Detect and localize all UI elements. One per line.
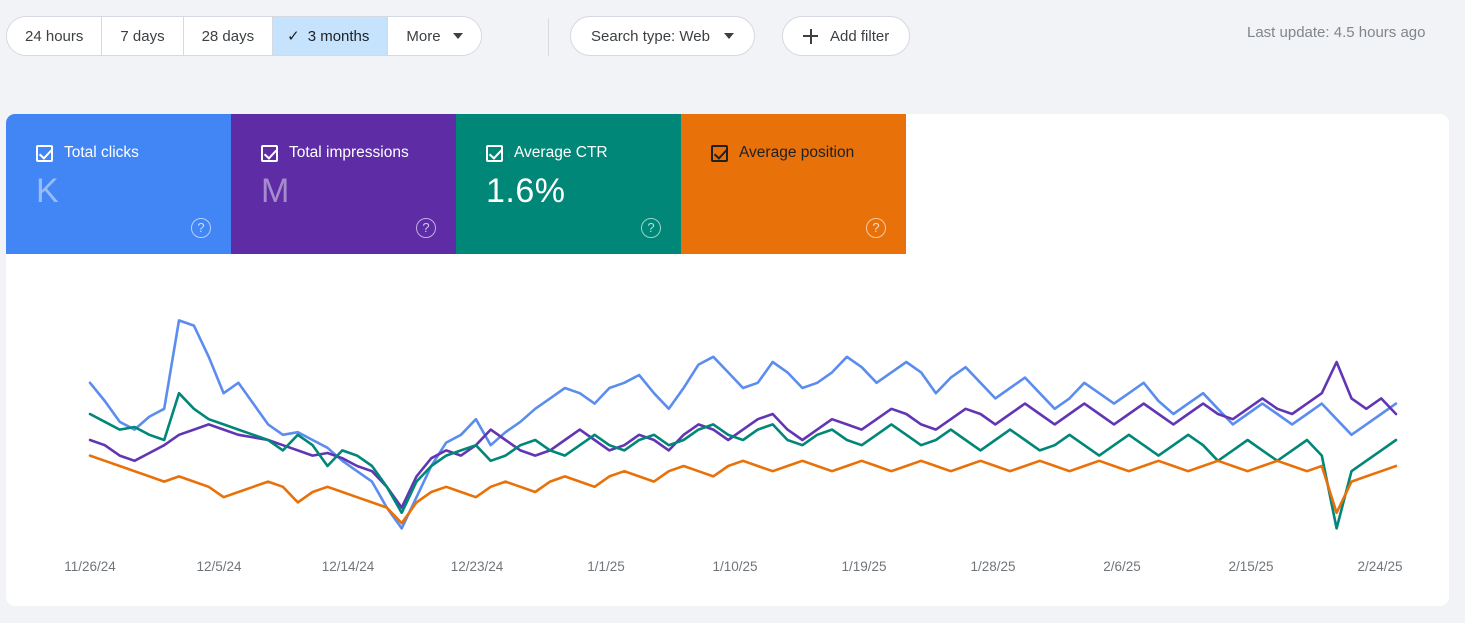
help-icon[interactable]: ? [191, 218, 211, 238]
metric-label: Total clicks [64, 144, 139, 161]
metric-card-average-ctr[interactable]: Average CTR 1.6% ? [456, 114, 681, 254]
chart-plot-area [88, 319, 1398, 530]
check-icon: ✓ [287, 27, 300, 45]
search-type-label: Search type: Web [591, 27, 710, 45]
date-range-option-label: More [406, 27, 441, 45]
toolbar: 24 hours 7 days 28 days ✓ 3 months More … [0, 0, 1465, 88]
last-update-status: Last update: 4.5 hours ago [1247, 24, 1426, 41]
toolbar-divider [548, 18, 549, 56]
date-range-option-28-days[interactable]: 28 days [183, 17, 274, 55]
metric-label: Average position [739, 144, 855, 161]
date-range-option-label: 3 months [307, 27, 370, 45]
add-filter-label: Add filter [830, 27, 890, 45]
plus-icon [803, 28, 818, 44]
chart-x-axis: 11/26/24 12/5/24 12/14/24 12/23/24 1/1/25 1/1… [6, 559, 1449, 589]
chevron-down-icon [723, 33, 734, 39]
date-range-option-label: 24 hours [25, 27, 84, 45]
metric-value: K [36, 172, 60, 210]
chart-line-average-position [88, 454, 1398, 525]
metric-checkbox[interactable] [261, 144, 278, 162]
date-range-option-24-hours[interactable]: 24 hours [7, 17, 103, 55]
x-axis-tick-label: 11/26/24 [64, 559, 116, 574]
x-axis-tick-label: 1/19/25 [841, 559, 887, 574]
metric-checkbox[interactable] [36, 144, 53, 162]
x-axis-tick-label: 2/24/25 [1357, 559, 1403, 574]
help-icon[interactable]: ? [866, 218, 886, 238]
date-range-option-label: 7 days [120, 27, 165, 45]
metric-card-total-clicks[interactable]: Total clicks K ? [6, 114, 231, 254]
metric-value: M [261, 172, 290, 210]
date-range-option-more[interactable]: More [388, 17, 481, 55]
date-range-option-7-days[interactable]: 7 days [102, 17, 184, 55]
x-axis-tick-label: 12/5/24 [196, 559, 242, 574]
metric-label: Total impressions [289, 144, 409, 161]
performance-chart[interactable]: 11/26/24 12/5/24 12/14/24 12/23/24 1/1/25 1/1… [6, 254, 1449, 606]
metric-value: 1.6% [486, 172, 566, 210]
x-axis-tick-label: 2/6/25 [1103, 559, 1141, 574]
x-axis-tick-label: 2/15/25 [1228, 559, 1274, 574]
chevron-down-icon [452, 33, 463, 39]
x-axis-tick-label: 1/1/25 [587, 559, 625, 574]
metric-checkbox[interactable] [486, 144, 503, 162]
x-axis-tick-label: 1/28/25 [970, 559, 1016, 574]
date-range-option-3-months[interactable]: ✓ 3 months [273, 17, 389, 55]
search-type-dropdown[interactable]: Search type: Web [570, 16, 755, 56]
date-range-option-label: 28 days [201, 27, 255, 45]
metric-checkbox[interactable] [711, 144, 728, 162]
metric-cards: Total clicks K ? Total impressions M ? A… [6, 114, 906, 254]
chart-line-total-clicks [88, 319, 1398, 530]
date-range-segmented-control[interactable]: 24 hours 7 days 28 days ✓ 3 months More [6, 16, 482, 56]
metric-card-total-impressions[interactable]: Total impressions M ? [231, 114, 456, 254]
x-axis-tick-label: 12/14/24 [321, 559, 375, 574]
metric-label: Average CTR [514, 144, 608, 161]
performance-panel: Total clicks K ? Total impressions M ? A… [6, 114, 1449, 606]
x-axis-tick-label: 1/10/25 [712, 559, 758, 574]
metric-card-average-position[interactable]: Average position ? [681, 114, 906, 254]
x-axis-tick-label: 12/23/24 [450, 559, 504, 574]
help-icon[interactable]: ? [641, 218, 661, 238]
help-icon[interactable]: ? [416, 218, 436, 238]
add-filter-button[interactable]: Add filter [782, 16, 911, 56]
